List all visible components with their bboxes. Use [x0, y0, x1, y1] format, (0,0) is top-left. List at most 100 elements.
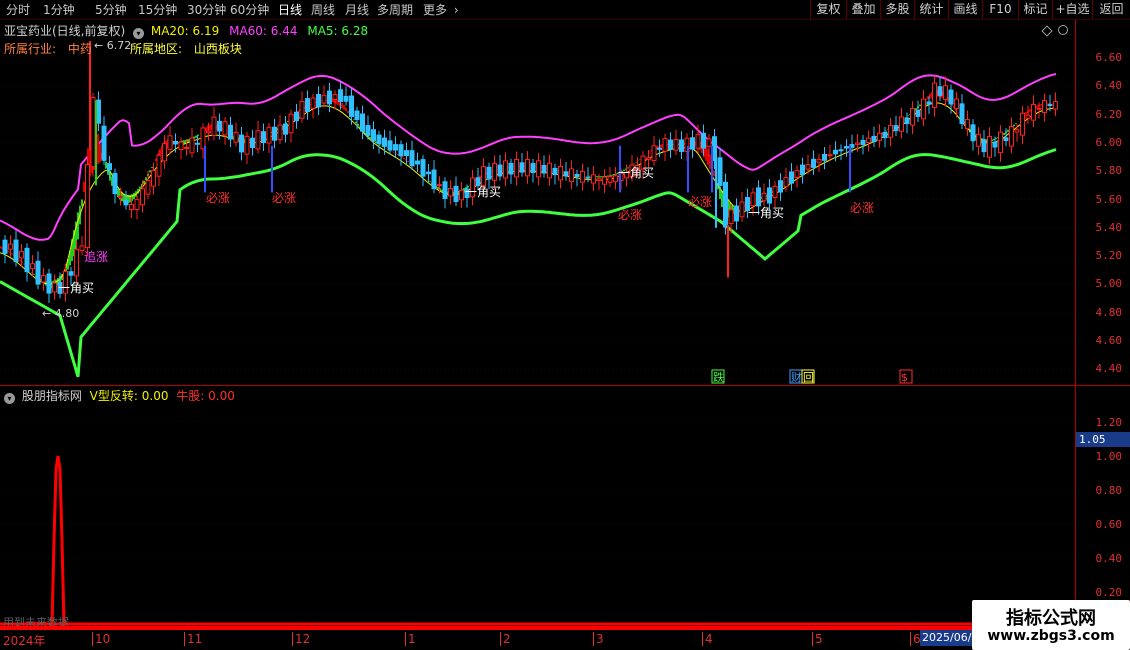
candle-body [783, 177, 789, 187]
site-watermark: 指标公式网 www.zbgs3.com [972, 600, 1130, 650]
candle-body [294, 111, 299, 122]
candle-body [35, 260, 41, 285]
event-badge: 跌 [713, 370, 724, 384]
period-multi[interactable]: 多周期 [377, 2, 413, 18]
candle-body [580, 170, 585, 183]
candle-body [778, 180, 783, 193]
candle-body [723, 181, 728, 228]
candle-body [937, 86, 943, 96]
ma5-label: MA5: 6.28 [307, 24, 369, 38]
candle-body [134, 199, 140, 210]
candle-body [327, 90, 332, 105]
time-label: 1 [405, 632, 416, 646]
back-button[interactable]: 返回 [1092, 0, 1130, 20]
time-label: 12 [292, 632, 310, 646]
mark-button[interactable]: 标记 [1018, 0, 1052, 20]
period-60min[interactable]: 60分钟 [230, 2, 269, 18]
add-watchlist-button[interactable]: +自选 [1052, 0, 1092, 20]
candle-body [453, 185, 459, 202]
time-label: 11 [184, 632, 202, 646]
candle-body [354, 110, 360, 120]
candle-body [756, 187, 761, 207]
overlay-button[interactable]: 叠加 [846, 0, 880, 20]
period-daily[interactable]: 日线 [278, 2, 302, 18]
candle-body [118, 195, 123, 199]
candle-body [541, 164, 547, 174]
time-axis: 2024年 10 11 12 1 2 3 4 5 6 2025/06/ [0, 626, 1130, 650]
candle-body [497, 164, 503, 177]
candle-body [1031, 103, 1036, 121]
indicator-title: 股朋指标网 [21, 389, 82, 403]
candle-body [178, 141, 184, 151]
candle-body [910, 107, 915, 126]
candle-body [387, 140, 393, 151]
period-30min[interactable]: 30分钟 [187, 2, 226, 18]
candle-body [404, 150, 409, 157]
candle-body [888, 124, 893, 138]
candle-body [574, 174, 580, 177]
candle-body [415, 160, 420, 165]
current-value-badge: 1.05 [1076, 432, 1130, 447]
candle-body [519, 162, 525, 173]
candle-body [860, 139, 866, 146]
candle-body [690, 137, 695, 150]
price-axis: 6.60 6.40 6.20 6.00 5.80 5.60 5.40 5.20 … [1075, 20, 1130, 386]
candle-body [277, 124, 283, 141]
signal-label: 一角买 [618, 166, 654, 180]
f10-button[interactable]: F10 [982, 0, 1018, 20]
candle-body [1020, 112, 1025, 136]
candle-body [233, 131, 239, 143]
candlestick-canvas[interactable]: 一角买追涨必涨 必涨 一角买一角买必涨必涨一角买 必涨← 6.72← 4.80跌财回 $ [0, 20, 1075, 385]
indicator-canvas[interactable] [0, 386, 1075, 626]
period-5min[interactable]: 5分钟 [95, 2, 127, 18]
candle-body [189, 137, 195, 154]
indicator-toggle-icon[interactable]: ▾ [133, 28, 145, 39]
candle-body [321, 94, 327, 104]
indicator-toggle-icon[interactable]: ▾ [4, 393, 15, 404]
fuquan-button[interactable]: 复权 [810, 0, 846, 20]
candle-body [52, 282, 57, 293]
statistics-button[interactable]: 统计 [914, 0, 948, 20]
candle-body [228, 124, 233, 140]
multi-stock-button[interactable]: 多股 [880, 0, 914, 20]
candle-body [646, 157, 651, 160]
candle-body [332, 94, 338, 100]
candle-body [338, 89, 343, 102]
period-fenshi[interactable]: 分时 [6, 2, 30, 18]
draw-line-button[interactable]: 画线 [948, 0, 982, 20]
period-more[interactable]: 更多 › [423, 2, 459, 18]
candle-body [272, 126, 277, 141]
price-tick: 4.40 [1095, 362, 1123, 375]
period-monthly[interactable]: 月线 [345, 2, 369, 18]
indicator-axis: 1.20 1.00 0.80 0.60 0.40 0.20 1.05 [1075, 386, 1130, 626]
candle-body [569, 168, 574, 182]
period-weekly[interactable]: 周线 [311, 2, 335, 18]
candle-body [772, 185, 778, 199]
candle-body [305, 98, 310, 112]
candle-body [24, 247, 30, 273]
candlestick-chart[interactable]: 一角买 追涨 必涨 必涨 一角买 一角买 必涨 必涨 一角买 必涨 ← 6.72 ← 4.80 跌财回 $ [0, 20, 1075, 385]
period-1min[interactable]: 1分钟 [43, 2, 75, 18]
stock-title: 亚宝药业(日线,前复权) [4, 24, 126, 38]
candle-body [915, 109, 921, 117]
candle-body [19, 251, 24, 259]
candle-body [365, 125, 371, 136]
circle-icon[interactable] [1058, 25, 1068, 35]
current-date-badge: 2025/06/ [920, 630, 972, 646]
event-badge: $ [901, 371, 908, 384]
candle-body [893, 125, 899, 132]
candle-body [992, 141, 998, 148]
candle-body [805, 164, 811, 170]
candle-body [530, 163, 536, 174]
candle-body [123, 200, 129, 206]
event-badge: 财 [791, 370, 802, 384]
period-15min[interactable]: 15分钟 [138, 2, 177, 18]
indicator-chart[interactable] [0, 386, 1075, 626]
candle-body [2, 239, 8, 254]
indicator-tick: 0.20 [1095, 586, 1123, 599]
period-more-label: 更多 [423, 3, 448, 17]
price-tick: 4.80 [1095, 306, 1123, 319]
candle-body [310, 97, 316, 109]
candle-body [90, 97, 96, 168]
candle-body [85, 164, 90, 249]
